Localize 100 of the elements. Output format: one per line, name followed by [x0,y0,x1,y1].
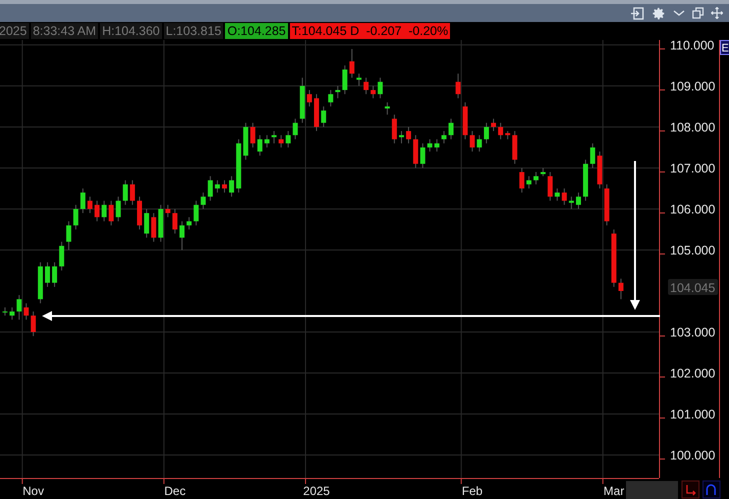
quote-field: 2025 [0,23,29,39]
candle [108,200,114,226]
date-label: 2025 [303,484,330,498]
candle [470,130,475,152]
candle [158,204,164,242]
price-label: 100.000 [670,448,716,463]
arch-button[interactable] [702,480,720,498]
windows-icon[interactable] [692,7,704,19]
candle [30,311,36,337]
candle [2,306,8,316]
candle [534,172,538,185]
candle [16,294,22,320]
candle [102,200,107,222]
quote-field: T:104.045 D -0.207 -0.20% [290,23,450,39]
candle [413,134,418,168]
candle [278,134,284,148]
candle [476,134,482,152]
quote-field: L:103.815 [164,23,224,39]
candle [257,134,262,156]
price-label: 109.000 [670,79,716,94]
candle [300,77,305,124]
candle [222,180,227,194]
candle [448,118,454,140]
candle [562,188,567,206]
candle [194,200,199,226]
candle [144,208,150,238]
candle [137,196,142,230]
date-label: Mar [604,484,624,498]
candle [378,77,383,99]
quote-field: H:104.360 [100,23,162,39]
candle [364,77,369,95]
candle [498,122,504,140]
candle [321,106,326,128]
candle [208,176,213,202]
chevron-down-icon[interactable] [673,9,685,17]
candle [38,262,43,304]
candle [229,176,234,198]
candle [52,262,58,288]
candle [87,196,92,214]
candle [214,180,220,194]
last-price-tag: 104.045 [668,279,718,295]
candle [568,196,574,210]
candle [243,122,248,160]
candle [342,64,348,95]
candle [519,167,524,194]
scroll-box [626,481,678,499]
candle [24,302,29,320]
quote-field: 8:33:43 AM [30,23,98,39]
corner-arrow-button[interactable] [682,480,700,498]
candle [335,85,340,99]
date-label: Dec [164,484,186,498]
price-label: 106.000 [670,202,716,216]
price-label: 102.000 [670,366,716,380]
settings-icon[interactable] [651,6,666,20]
candle [66,220,72,250]
candle [583,159,588,202]
candle [116,196,121,222]
candle [236,138,242,194]
candle [505,130,510,140]
candle [462,102,468,140]
candle [526,176,532,189]
candle [406,126,412,144]
candle [370,85,376,99]
price-label: 110.000 [670,40,714,52]
candle [172,208,178,234]
date-label: Feb [462,484,483,498]
candle [94,200,100,222]
candle [314,94,320,132]
price-label: 107.000 [670,161,716,176]
candle [576,192,581,210]
candle [264,134,270,148]
candle [548,172,553,202]
candle [10,306,15,320]
candle [484,122,489,144]
candle [180,220,184,250]
candle [420,142,426,168]
price-label: 103.000 [670,326,716,340]
import-icon[interactable] [631,6,644,20]
candle [272,130,277,144]
candle [306,90,312,107]
price-label: 108.000 [670,120,716,134]
move-icon[interactable] [711,7,723,19]
candle [250,122,256,148]
candle [130,180,135,206]
candle [328,90,334,107]
candle [384,102,390,116]
candle [512,130,518,164]
candle [186,216,192,230]
candle [554,188,560,202]
candle [491,118,496,132]
candle [59,241,64,271]
candle [165,204,170,218]
candle [80,188,86,214]
candle [611,228,616,288]
candle [44,262,50,288]
candle [456,73,461,99]
candle [590,142,596,168]
date-label: Nov [22,484,44,498]
candle [122,180,128,206]
quote-field: O:104.285 [225,23,288,39]
